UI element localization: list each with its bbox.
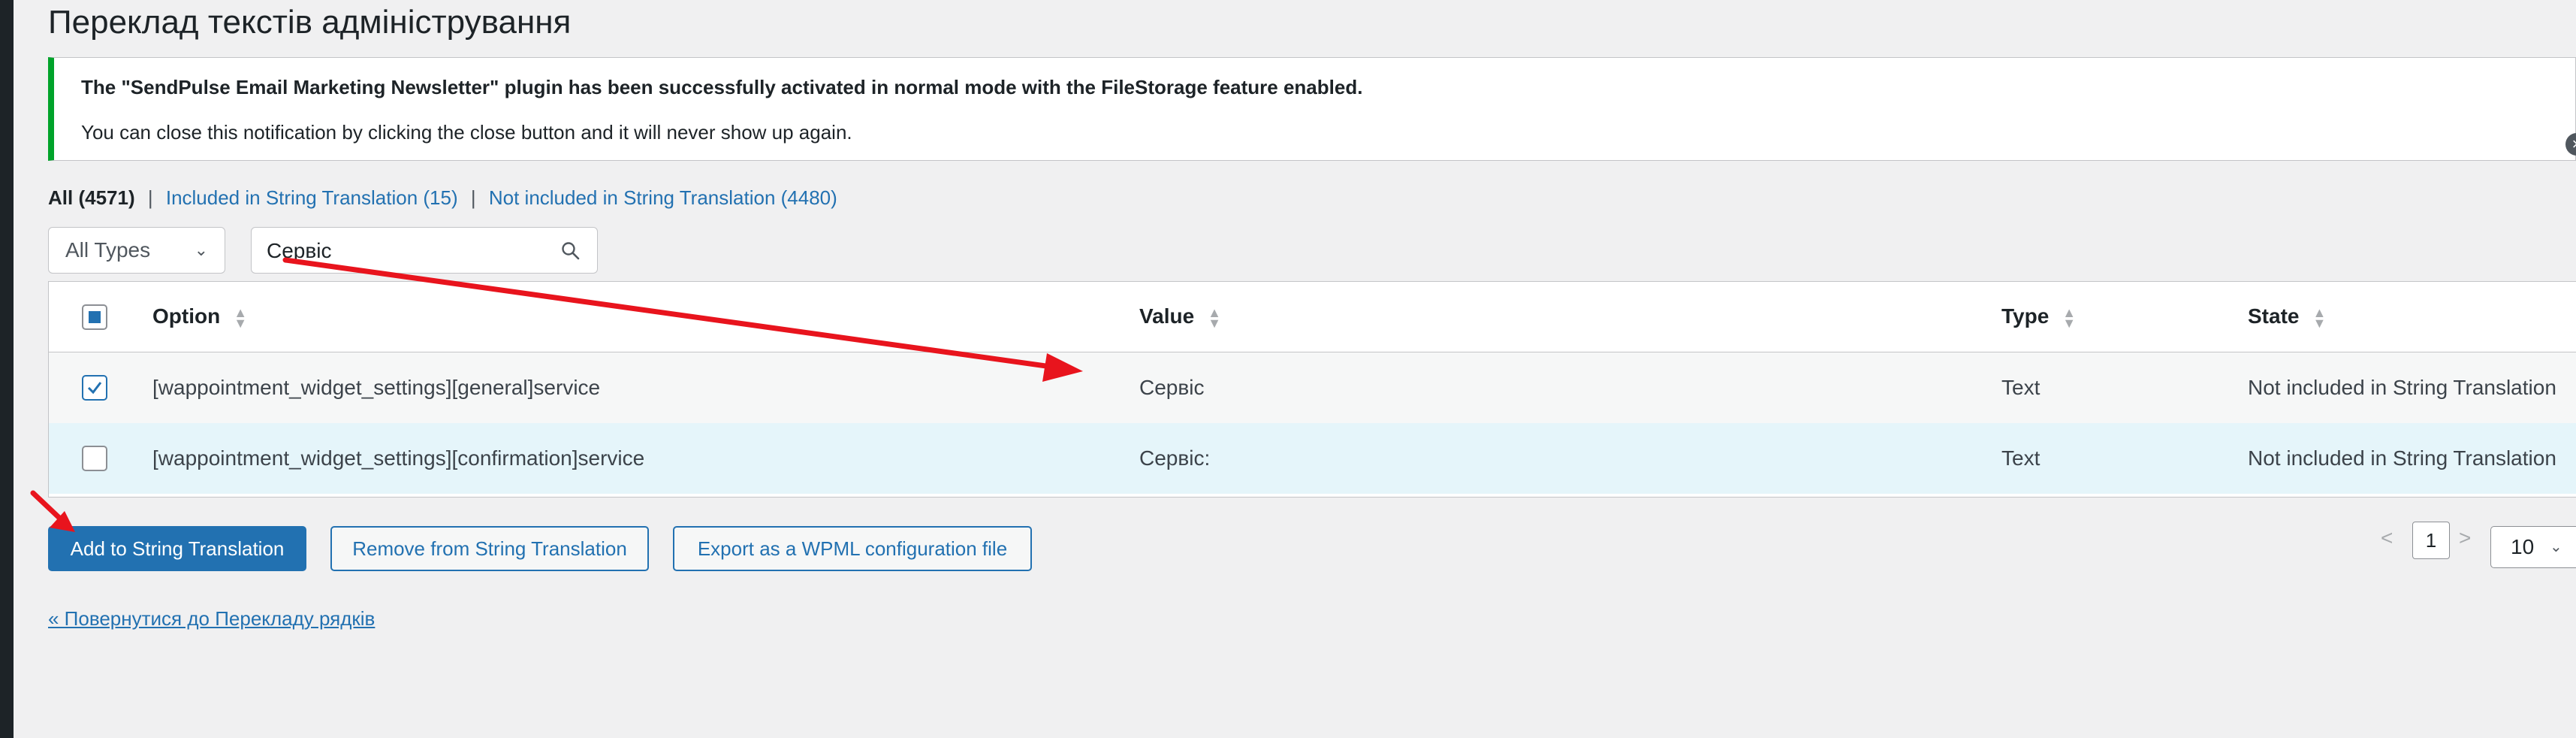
annotation-arrow: [282, 257, 1083, 382]
annotation-arrow: [30, 490, 75, 532]
annotation-arrows: [30, 257, 1083, 532]
